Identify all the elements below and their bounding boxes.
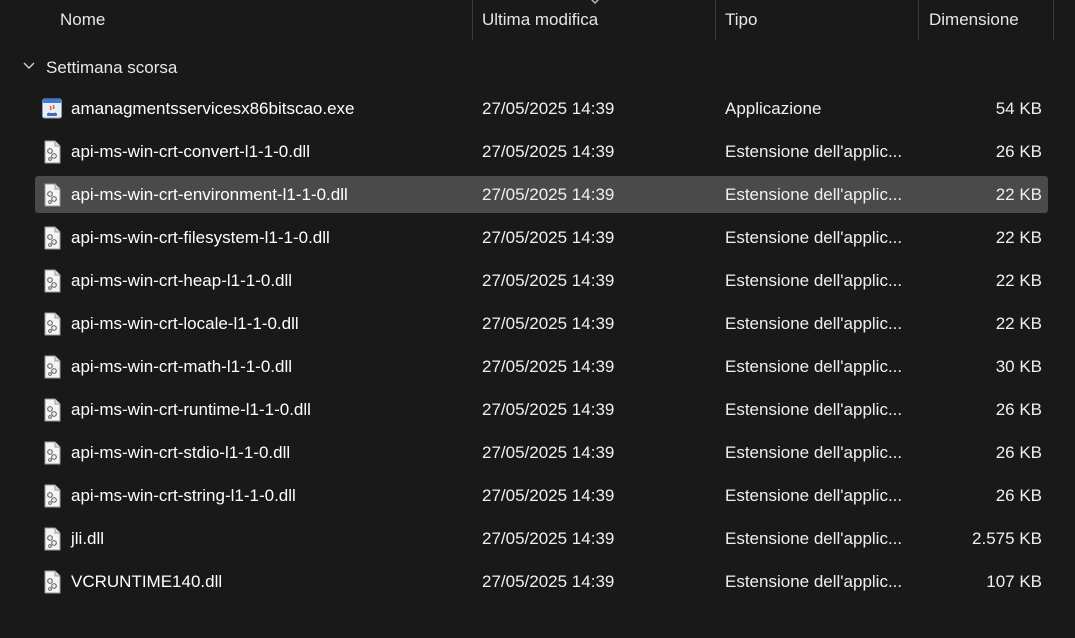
dll-file-icon: [41, 269, 63, 293]
exe-java-icon: [41, 97, 63, 121]
chevron-down-icon[interactable]: [22, 59, 36, 73]
file-modified: 27/05/2025 14:39: [482, 529, 615, 548]
file-name: api-ms-win-crt-locale-l1-1-0.dll: [71, 314, 299, 333]
column-divider[interactable]: [918, 0, 919, 40]
file-row[interactable]: api-ms-win-crt-heap-l1-1-0.dll 27/05/2025…: [35, 262, 1048, 299]
file-size: 22 KB: [995, 228, 1042, 247]
file-type: Estensione dell'applic...: [725, 357, 903, 376]
column-header-modified[interactable]: Ultima modifica: [482, 10, 598, 30]
column-divider[interactable]: [472, 0, 473, 40]
group-label: Settimana scorsa: [46, 58, 178, 77]
file-row[interactable]: api-ms-win-crt-convert-l1-1-0.dll 27/05/2…: [35, 133, 1048, 170]
file-modified: 27/05/2025 14:39: [482, 142, 615, 161]
file-size: 22 KB: [995, 314, 1042, 333]
file-type: Estensione dell'applic...: [725, 142, 903, 161]
file-modified: 27/05/2025 14:39: [482, 228, 615, 247]
file-name: api-ms-win-crt-environment-l1-1-0.dll: [71, 185, 348, 204]
file-type: Estensione dell'applic...: [725, 228, 903, 247]
column-header-size[interactable]: Dimensione: [929, 10, 1019, 30]
file-modified: 27/05/2025 14:39: [482, 400, 615, 419]
dll-file-icon: [41, 441, 63, 465]
file-type: Estensione dell'applic...: [725, 443, 903, 462]
dll-file-icon: [41, 183, 63, 207]
column-header-name[interactable]: Nome: [60, 10, 105, 30]
column-divider[interactable]: [715, 0, 716, 40]
dll-file-icon: [41, 570, 63, 594]
file-size: 107 KB: [986, 572, 1042, 591]
file-size: 26 KB: [995, 443, 1042, 462]
file-modified: 27/05/2025 14:39: [482, 185, 615, 204]
column-header-type[interactable]: Tipo: [725, 10, 757, 30]
dll-file-icon: [41, 398, 63, 422]
file-row[interactable]: api-ms-win-crt-locale-l1-1-0.dll 27/05/20…: [35, 305, 1048, 342]
dll-file-icon: [41, 355, 63, 379]
file-name: jli.dll: [71, 529, 105, 548]
file-modified: 27/05/2025 14:39: [482, 357, 615, 376]
file-name: api-ms-win-crt-filesystem-l1-1-0.dll: [71, 228, 330, 247]
file-size: 22 KB: [995, 271, 1042, 290]
file-name: amanagmentsservicesx86bitscao.exe: [71, 99, 355, 118]
file-row[interactable]: api-ms-win-crt-stdio-l1-1-0.dll 27/05/202…: [35, 434, 1048, 471]
file-row[interactable]: api-ms-win-crt-string-l1-1-0.dll 27/05/20…: [35, 477, 1048, 514]
file-size: 54 KB: [995, 99, 1042, 118]
file-modified: 27/05/2025 14:39: [482, 486, 615, 505]
file-size: 30 KB: [995, 357, 1042, 376]
file-name: api-ms-win-crt-heap-l1-1-0.dll: [71, 271, 293, 290]
file-type: Estensione dell'applic...: [725, 529, 903, 548]
dll-file-icon: [41, 484, 63, 508]
sort-caret-icon: [591, 0, 599, 4]
file-type: Estensione dell'applic...: [725, 486, 903, 505]
file-row[interactable]: api-ms-win-crt-filesystem-l1-1-0.dll 27/0…: [35, 219, 1048, 256]
file-type: Estensione dell'applic...: [725, 314, 903, 333]
file-row[interactable]: api-ms-win-crt-math-l1-1-0.dll 27/05/2025…: [35, 348, 1048, 385]
dll-file-icon: [41, 312, 63, 336]
file-name: api-ms-win-crt-convert-l1-1-0.dll: [71, 142, 310, 161]
file-size: 26 KB: [995, 400, 1042, 419]
column-divider[interactable]: [1053, 0, 1054, 40]
file-name: api-ms-win-crt-string-l1-1-0.dll: [71, 486, 296, 505]
file-type: Estensione dell'applic...: [725, 185, 903, 204]
dll-file-icon: [41, 226, 63, 250]
file-size: 26 KB: [995, 486, 1042, 505]
file-row[interactable]: api-ms-win-crt-runtime-l1-1-0.dll 27/05/2…: [35, 391, 1048, 428]
file-size: 26 KB: [995, 142, 1042, 161]
column-header-bar: Nome Ultima modifica Tipo Dimensione: [0, 0, 1075, 42]
file-name: VCRUNTIME140.dll: [71, 572, 223, 591]
file-modified: 27/05/2025 14:39: [482, 443, 615, 462]
file-name: api-ms-win-crt-math-l1-1-0.dll: [71, 357, 293, 376]
file-row[interactable]: jli.dll 27/05/2025 14:39 Estensione dell'a…: [35, 520, 1048, 557]
file-row-selected[interactable]: api-ms-win-crt-environment-l1-1-0.dll 27/…: [35, 176, 1048, 213]
file-type: Estensione dell'applic...: [725, 572, 903, 591]
file-name: api-ms-win-crt-runtime-l1-1-0.dll: [71, 400, 311, 419]
file-size: 22 KB: [995, 185, 1042, 204]
file-modified: 27/05/2025 14:39: [482, 572, 615, 591]
file-size: 2.575 KB: [972, 529, 1042, 548]
file-row[interactable]: VCRUNTIME140.dll 27/05/2025 14:39 Estensio…: [35, 563, 1048, 600]
file-row[interactable]: amanagmentsservicesx86bitscao.exe 27/05/2…: [35, 90, 1048, 127]
file-type: Estensione dell'applic...: [725, 400, 903, 419]
file-name: api-ms-win-crt-stdio-l1-1-0.dll: [71, 443, 291, 462]
file-type: Estensione dell'applic...: [725, 271, 903, 290]
dll-file-icon: [41, 527, 63, 551]
dll-file-icon: [41, 140, 63, 164]
file-modified: 27/05/2025 14:39: [482, 314, 615, 333]
file-modified: 27/05/2025 14:39: [482, 99, 615, 118]
file-modified: 27/05/2025 14:39: [482, 271, 615, 290]
file-type: Applicazione: [725, 99, 822, 118]
